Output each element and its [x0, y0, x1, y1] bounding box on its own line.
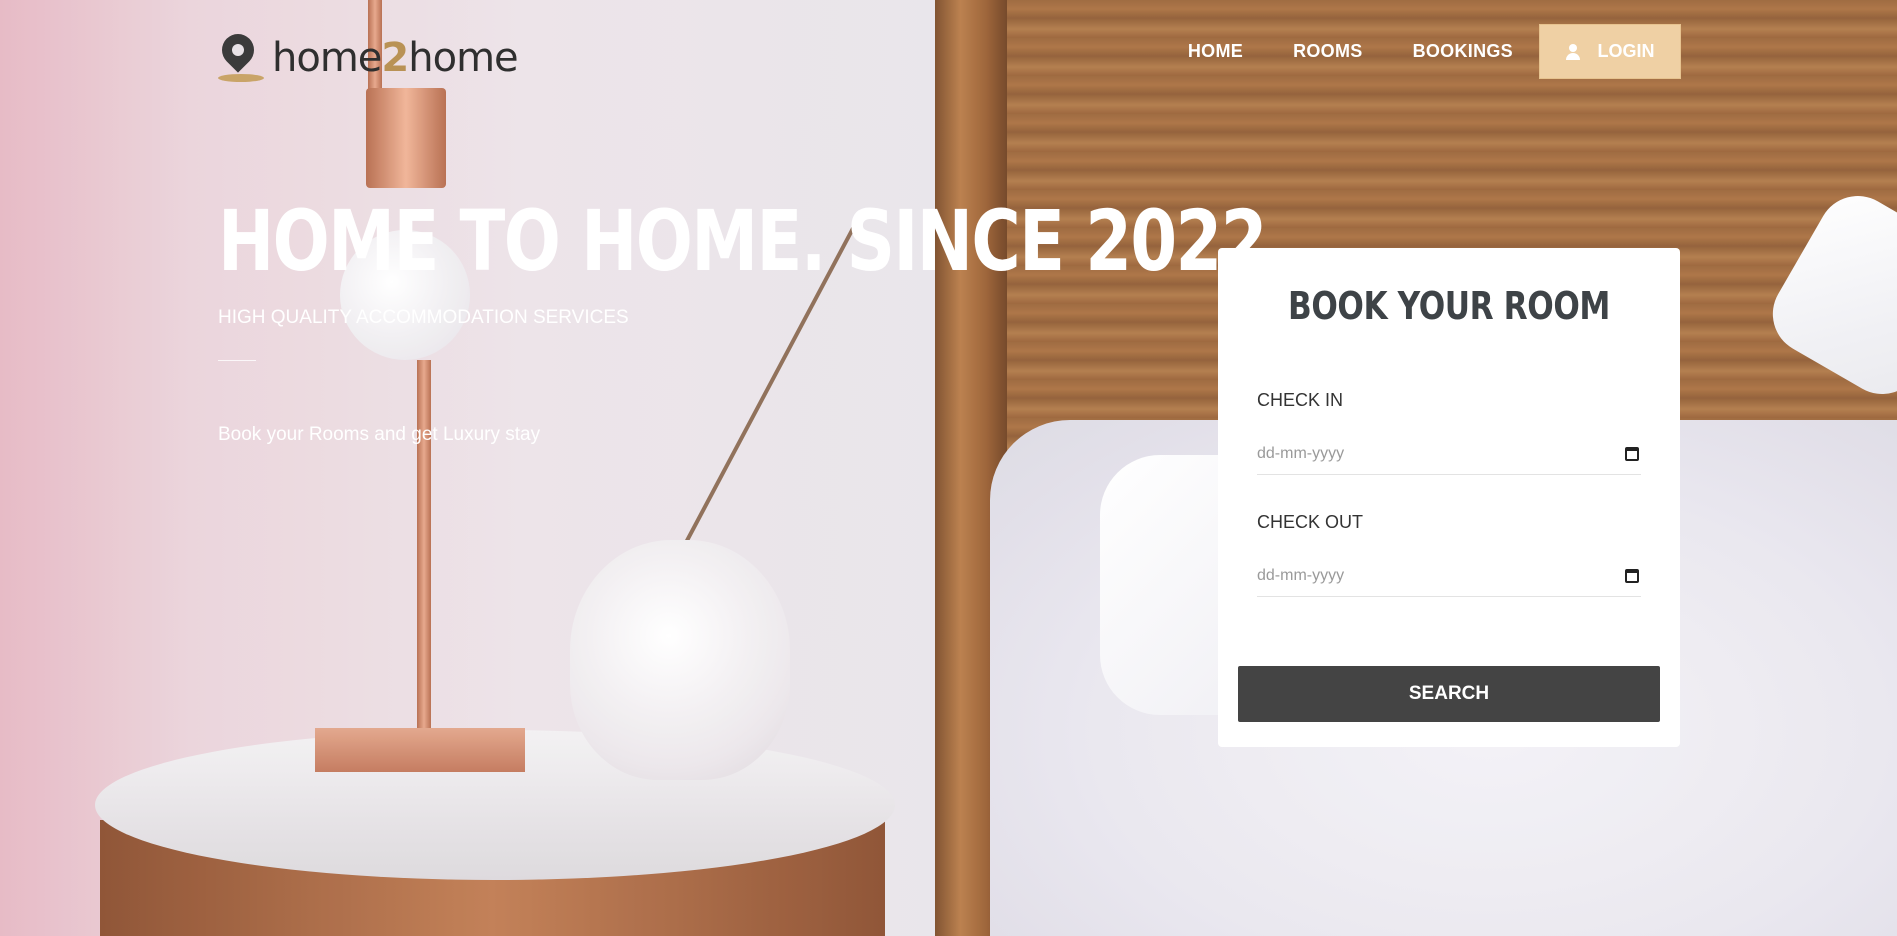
brand-wordmark: home2home: [272, 35, 519, 81]
booking-card: BOOK YOUR ROOM CHECK IN dd-mm-yyyy CHECK…: [1218, 248, 1680, 747]
nav-home[interactable]: HOME: [1188, 41, 1243, 62]
user-icon: [1565, 43, 1580, 60]
calendar-icon[interactable]: [1625, 447, 1639, 461]
hero-description: Book your Rooms and get Luxury stay: [218, 424, 541, 445]
hero-subtitle: HIGH QUALITY ACCOMMODATION SERVICES: [218, 307, 629, 328]
nav-rooms[interactable]: ROOMS: [1293, 41, 1363, 62]
check-out-label: CHECK OUT: [1257, 512, 1364, 532]
calendar-icon[interactable]: [1625, 569, 1639, 583]
login-button[interactable]: LOGIN: [1539, 24, 1681, 79]
nav-bookings[interactable]: BOOKINGS: [1413, 41, 1513, 62]
check-in-input[interactable]: dd-mm-yyyy: [1257, 434, 1641, 475]
location-pin-icon: [215, 27, 264, 82]
main-nav: HOME ROOMS BOOKINGS LOGIN: [1138, 24, 1681, 79]
search-button[interactable]: SEARCH: [1238, 666, 1660, 722]
hero-title: HOME TO HOME. SINCE 2022: [218, 192, 1267, 290]
brand-logo[interactable]: home2home: [215, 27, 519, 82]
hero-divider: [218, 360, 256, 361]
check-out-placeholder: dd-mm-yyyy: [1257, 567, 1345, 584]
check-in-placeholder: dd-mm-yyyy: [1257, 445, 1345, 462]
booking-title: BOOK YOUR ROOM: [1287, 284, 1611, 328]
check-in-label: CHECK IN: [1257, 390, 1344, 410]
login-label: LOGIN: [1597, 41, 1655, 61]
check-out-input[interactable]: dd-mm-yyyy: [1257, 556, 1641, 597]
